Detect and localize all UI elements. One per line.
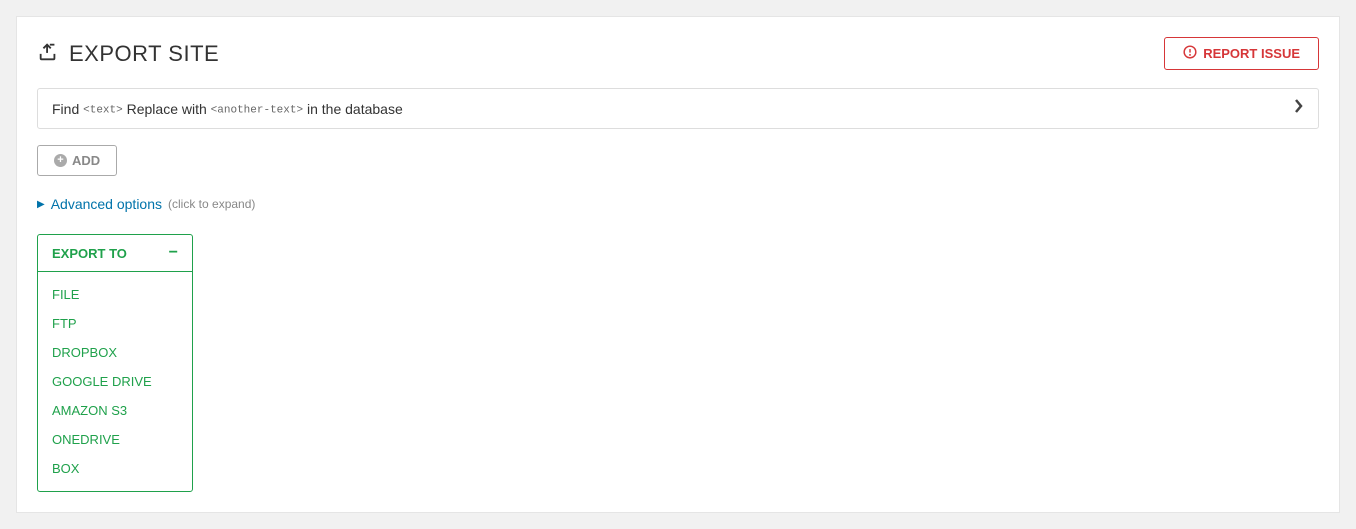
report-issue-button[interactable]: REPORT ISSUE [1164, 37, 1319, 70]
warning-icon [1183, 45, 1197, 62]
report-issue-label: REPORT ISSUE [1203, 46, 1300, 61]
export-to-dropdown: EXPORT TO − FILE FTP DROPBOX GOOGLE DRIV… [37, 234, 193, 492]
add-button[interactable]: + ADD [37, 145, 117, 176]
export-option-ftp[interactable]: FTP [38, 309, 192, 338]
export-option-dropbox[interactable]: DROPBOX [38, 338, 192, 367]
plus-circle-icon: + [54, 154, 67, 167]
title-group: EXPORT SITE [37, 41, 219, 67]
advanced-options-hint: (click to expand) [168, 197, 255, 211]
export-option-box[interactable]: BOX [38, 454, 192, 483]
advanced-options-label: Advanced options [51, 196, 162, 212]
export-option-amazon-s3[interactable]: AMAZON S3 [38, 396, 192, 425]
find-replace-bar[interactable]: Find <text> Replace with <another-text> … [37, 88, 1319, 129]
export-panel: EXPORT SITE REPORT ISSUE Find <text> Rep… [16, 16, 1340, 513]
panel-header: EXPORT SITE REPORT ISSUE [37, 37, 1319, 70]
export-option-onedrive[interactable]: ONEDRIVE [38, 425, 192, 454]
export-to-list: FILE FTP DROPBOX GOOGLE DRIVE AMAZON S3 … [38, 272, 192, 491]
add-button-label: ADD [72, 153, 100, 168]
caret-right-icon: ▶ [37, 199, 45, 210]
export-icon [37, 41, 59, 66]
find-replace-text: Find <text> Replace with <another-text> … [52, 101, 403, 117]
export-to-header[interactable]: EXPORT TO − [38, 235, 192, 272]
chevron-right-icon [1294, 99, 1304, 118]
minus-icon: − [169, 245, 178, 261]
export-option-file[interactable]: FILE [38, 280, 192, 309]
advanced-options-toggle[interactable]: ▶ Advanced options (click to expand) [37, 196, 1319, 212]
export-to-label: EXPORT TO [52, 246, 127, 261]
export-option-google-drive[interactable]: GOOGLE DRIVE [38, 367, 192, 396]
page-title: EXPORT SITE [69, 41, 219, 67]
